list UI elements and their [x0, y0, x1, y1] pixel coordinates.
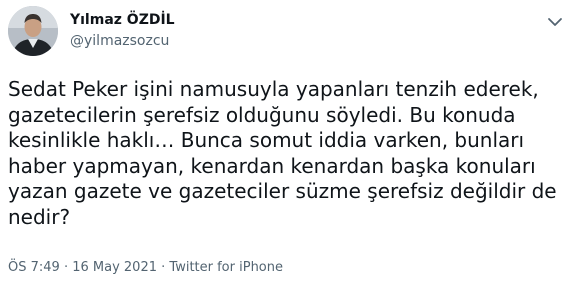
tweet-time[interactable]: ÖS 7:49	[8, 260, 60, 275]
chevron-down-icon	[548, 18, 562, 26]
avatar[interactable]	[8, 6, 58, 56]
author-name[interactable]: Yılmaz ÖZDİL	[70, 12, 175, 28]
tweet-source[interactable]: Twitter for iPhone	[169, 260, 283, 275]
profile-photo-icon	[8, 6, 58, 56]
tweet-date[interactable]: 16 May 2021	[72, 260, 157, 275]
meta-separator-2: ·	[157, 260, 170, 275]
meta-separator-1: ·	[59, 260, 73, 275]
tweet-text: Sedat Peker işini namusuyla yapanları te…	[8, 77, 557, 229]
tweet-meta: ÖS 7:49 · 16 May 2021 · Twitter for iPho…	[8, 260, 283, 275]
tweet-card: Yılmaz ÖZDİL @yilmazsozcu Sedat Peker iş…	[0, 0, 582, 284]
author-handle[interactable]: @yilmazsozcu	[70, 33, 169, 49]
more-options-button[interactable]	[542, 12, 568, 32]
